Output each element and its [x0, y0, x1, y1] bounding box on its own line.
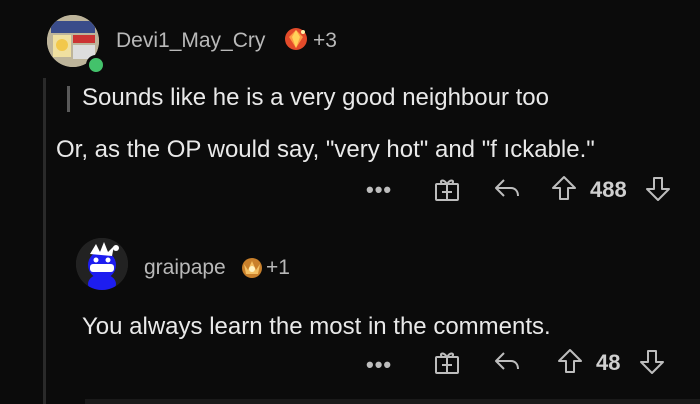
reply-more-options-button[interactable]: ••• — [366, 352, 392, 378]
comment-username[interactable]: Devi1_May_Cry — [116, 29, 265, 53]
vote-count: 488 — [590, 177, 627, 202]
reply-award-gift-icon[interactable] — [433, 348, 461, 381]
comment-body: Or, as the OP would say, "very hot" and … — [56, 136, 595, 163]
quoted-text: Sounds like he is a very good neighbour … — [82, 84, 549, 111]
thread-line — [43, 78, 46, 404]
next-comment-edge — [85, 399, 700, 404]
reply-icon[interactable] — [493, 176, 521, 207]
reply-avatar[interactable] — [76, 238, 128, 290]
snoo-avatar-image — [76, 238, 128, 290]
online-status-dot — [86, 55, 106, 75]
upvote-icon[interactable] — [550, 174, 578, 207]
reply-reply-icon[interactable] — [493, 349, 521, 380]
award-gem-icon — [283, 26, 309, 57]
more-options-button[interactable]: ••• — [366, 177, 392, 203]
award-crown-icon — [239, 254, 265, 285]
reply-username[interactable]: graipape — [144, 256, 226, 280]
reply-body: You always learn the most in the comment… — [82, 313, 551, 340]
reply-upvote-icon[interactable] — [556, 347, 584, 380]
reply-downvote-icon[interactable] — [638, 348, 666, 381]
reply-awards-count[interactable]: +1 — [266, 256, 290, 280]
downvote-icon[interactable] — [644, 175, 672, 208]
reply-vote-count: 48 — [596, 350, 621, 375]
award-gift-icon[interactable] — [433, 175, 461, 208]
quote-bar — [67, 86, 70, 112]
awards-count[interactable]: +3 — [313, 29, 337, 53]
